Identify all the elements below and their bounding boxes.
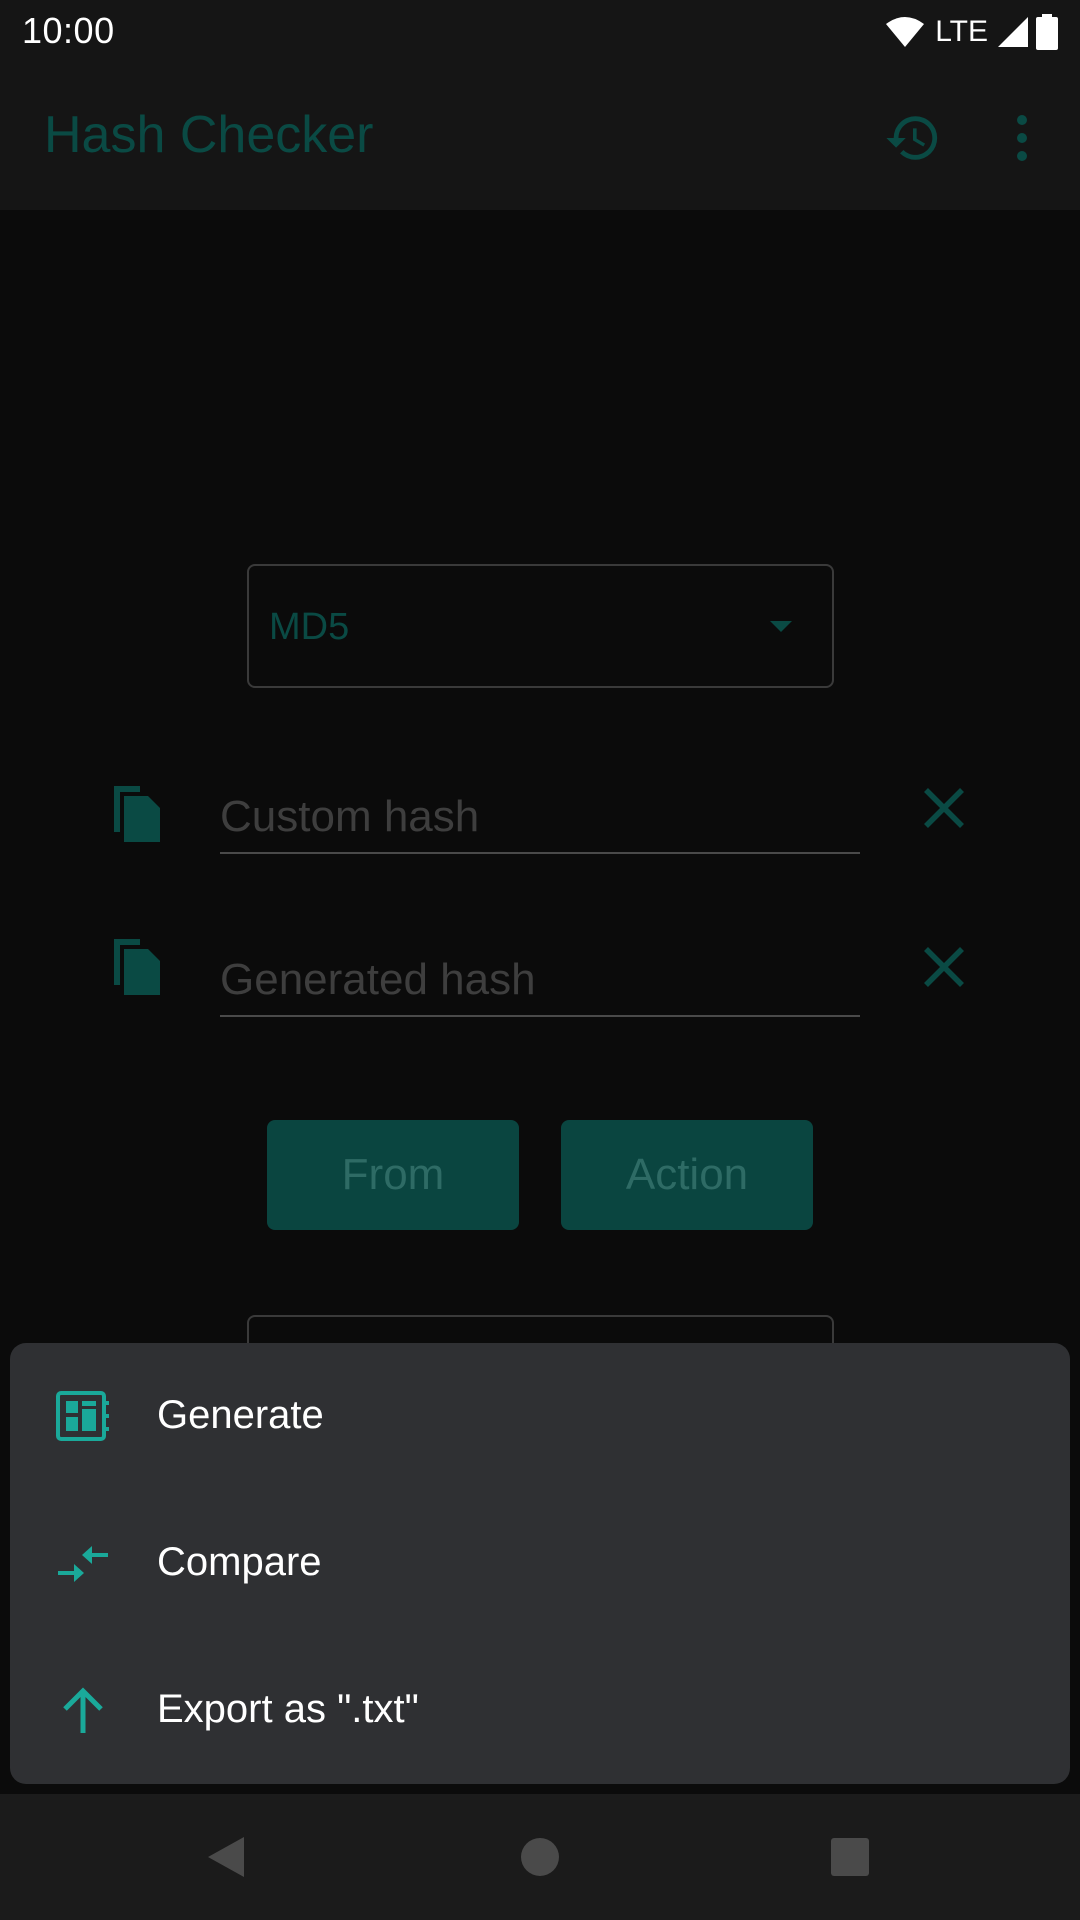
recents-icon xyxy=(831,1838,869,1876)
sheet-item-label: Generate xyxy=(157,1393,324,1437)
recents-button[interactable] xyxy=(817,1824,883,1890)
generated-hash-row xyxy=(0,935,1080,1045)
more-options-button[interactable] xyxy=(987,103,1057,173)
generated-hash-input[interactable] xyxy=(220,945,860,1015)
action-button[interactable]: Action xyxy=(561,1120,813,1230)
generate-icon xyxy=(56,1391,109,1441)
back-icon xyxy=(208,1837,244,1877)
arrow-up-icon xyxy=(63,1687,103,1733)
history-button[interactable] xyxy=(878,103,948,173)
sheet-item-label: Export as ".txt" xyxy=(157,1687,419,1731)
status-icons: LTE xyxy=(885,12,1058,52)
clear-icon[interactable] xyxy=(920,784,968,832)
hash-type-value: MD5 xyxy=(269,606,350,648)
signal-icon xyxy=(998,17,1028,47)
from-button[interactable]: From xyxy=(267,1120,519,1230)
hash-type-dropdown[interactable]: MD5 xyxy=(247,564,834,688)
copy-icon[interactable] xyxy=(108,935,164,999)
generated-hash-field[interactable] xyxy=(220,945,860,1017)
history-icon xyxy=(886,116,938,160)
action-bottom-sheet: Generate Compare Export as ".txt" xyxy=(10,1343,1070,1784)
status-time: 10:00 xyxy=(22,10,115,51)
app-title: Hash Checker xyxy=(44,106,374,164)
sheet-item-label: Compare xyxy=(157,1540,322,1584)
network-type: LTE xyxy=(935,15,988,48)
sheet-item-compare[interactable]: Compare xyxy=(10,1490,1070,1637)
sheet-item-export[interactable]: Export as ".txt" xyxy=(10,1637,1070,1784)
status-bar: 10:00 LTE xyxy=(0,0,1080,63)
custom-hash-input[interactable] xyxy=(220,782,860,852)
sheet-item-generate[interactable]: Generate xyxy=(10,1343,1070,1490)
dropdown-arrow-icon xyxy=(770,621,792,632)
compare-icon xyxy=(58,1546,108,1582)
more-vert-icon xyxy=(1017,115,1027,161)
navigation-bar xyxy=(0,1794,1080,1920)
battery-icon xyxy=(1036,14,1058,50)
back-button[interactable] xyxy=(193,1824,259,1890)
clear-icon[interactable] xyxy=(920,943,968,991)
app-bar: Hash Checker xyxy=(0,63,1080,210)
home-icon xyxy=(521,1838,559,1876)
wifi-icon xyxy=(886,17,925,47)
custom-hash-field[interactable] xyxy=(220,782,860,854)
home-button[interactable] xyxy=(507,1824,573,1890)
copy-icon[interactable] xyxy=(108,782,164,846)
custom-hash-row xyxy=(0,782,1080,892)
